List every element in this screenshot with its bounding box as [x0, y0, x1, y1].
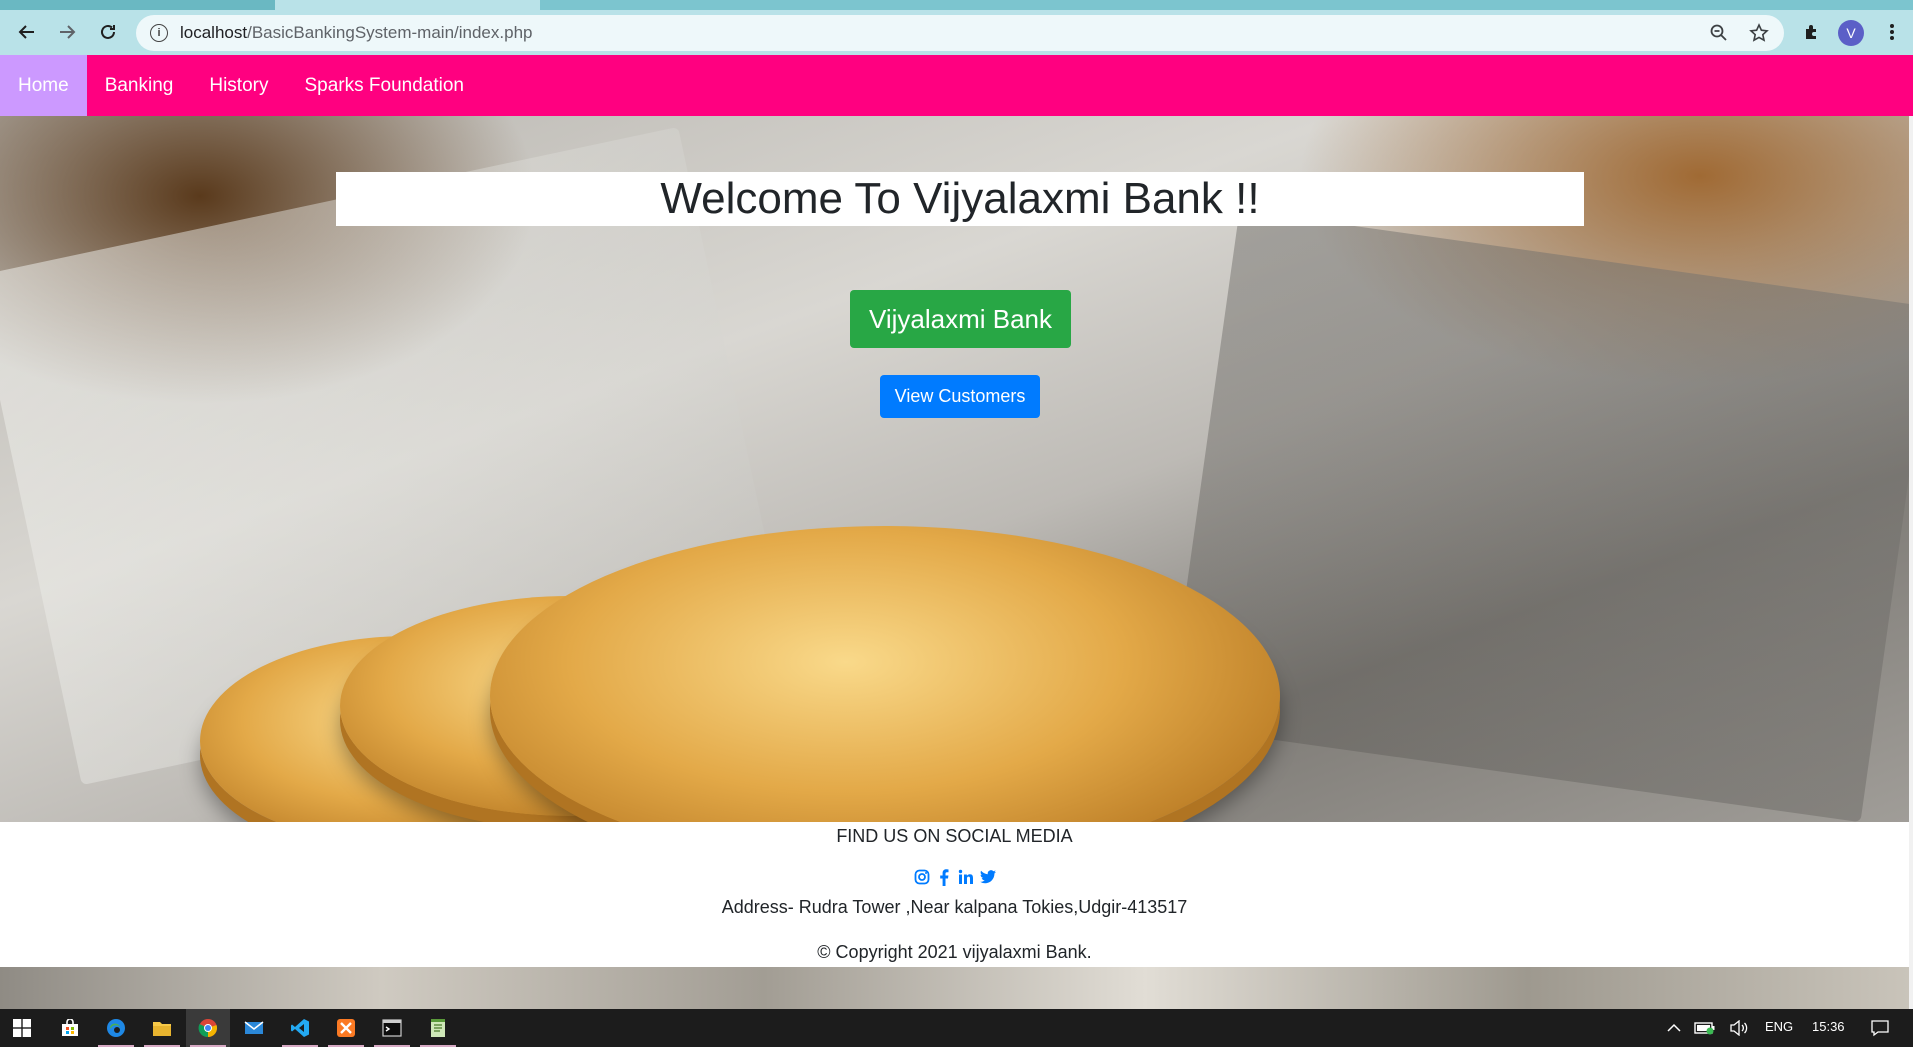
nav-history[interactable]: History — [191, 55, 286, 116]
tab-strip — [0, 0, 1913, 10]
banknote-graphic — [1167, 209, 1909, 822]
background-image-bottom — [0, 967, 1909, 1009]
address-bar[interactable]: i localhost/BasicBankingSystem-main/inde… — [136, 15, 1784, 51]
url-path: /BasicBankingSystem-main/index.php — [247, 23, 533, 42]
bank-name-badge: Vijyalaxmi Bank — [850, 290, 1071, 348]
vscode-icon[interactable] — [278, 1009, 322, 1047]
zoom-icon[interactable] — [1704, 18, 1734, 48]
terminal-icon[interactable] — [370, 1009, 414, 1047]
facebook-icon[interactable] — [935, 868, 953, 886]
edge-icon[interactable] — [94, 1009, 138, 1047]
welcome-heading: Welcome To Vijyalaxmi Bank !! — [660, 174, 1260, 223]
browser-chrome: i localhost/BasicBankingSystem-main/inde… — [0, 0, 1913, 55]
url-text[interactable]: localhost/BasicBankingSystem-main/index.… — [180, 23, 1704, 43]
url-host: localhost — [180, 23, 248, 42]
windows-taskbar: ENG 15:36 — [0, 1009, 1913, 1047]
extensions-icon[interactable] — [1798, 18, 1826, 46]
social-media-title: FIND US ON SOCIAL MEDIA — [836, 826, 1073, 846]
copyright-text: © Copyright 2021 vijyalaxmi Bank. — [817, 942, 1092, 962]
menu-dots-icon[interactable] — [1878, 18, 1906, 46]
welcome-banner: Welcome To Vijyalaxmi Bank !! — [336, 172, 1584, 226]
scrollbar[interactable] — [1909, 116, 1913, 1009]
social-icons — [0, 868, 1909, 886]
twitter-icon[interactable] — [979, 868, 997, 886]
notepad-icon[interactable] — [416, 1009, 460, 1047]
tray-chevron-up-icon[interactable] — [1660, 1009, 1688, 1047]
xampp-icon[interactable] — [324, 1009, 368, 1047]
language-indicator[interactable]: ENG — [1765, 1019, 1793, 1034]
nav-home[interactable]: Home — [0, 55, 87, 116]
nav-banking[interactable]: Banking — [87, 55, 192, 116]
battery-icon[interactable] — [1690, 1009, 1720, 1047]
store-icon[interactable] — [48, 1009, 92, 1047]
nav-sparks-foundation[interactable]: Sparks Foundation — [286, 55, 482, 116]
linkedin-icon[interactable] — [957, 868, 975, 886]
forward-arrow-icon[interactable] — [53, 18, 81, 46]
windows-start-icon[interactable] — [0, 1009, 44, 1047]
top-navbar: Home Banking History Sparks Foundation — [0, 55, 1913, 116]
instagram-icon[interactable] — [913, 868, 931, 886]
browser-tab[interactable] — [0, 0, 275, 10]
clock-time[interactable]: 15:36 — [1812, 1019, 1845, 1034]
view-customers-button[interactable]: View Customers — [880, 375, 1040, 418]
address-text: Address- Rudra Tower ,Near kalpana Tokie… — [721, 897, 1188, 917]
file-explorer-icon[interactable] — [140, 1009, 184, 1047]
notification-icon[interactable] — [1860, 1009, 1900, 1047]
volume-icon[interactable] — [1724, 1009, 1754, 1047]
star-icon[interactable] — [1744, 18, 1774, 48]
info-icon[interactable]: i — [150, 24, 168, 42]
browser-tab-active[interactable] — [275, 0, 540, 10]
profile-avatar[interactable]: V — [1838, 20, 1864, 46]
mail-icon[interactable] — [232, 1009, 276, 1047]
back-arrow-icon[interactable] — [13, 18, 41, 46]
reload-icon[interactable] — [94, 18, 122, 46]
footer: FIND US ON SOCIAL MEDIA Address- Rudra T… — [0, 822, 1909, 967]
chrome-icon[interactable] — [186, 1009, 230, 1047]
